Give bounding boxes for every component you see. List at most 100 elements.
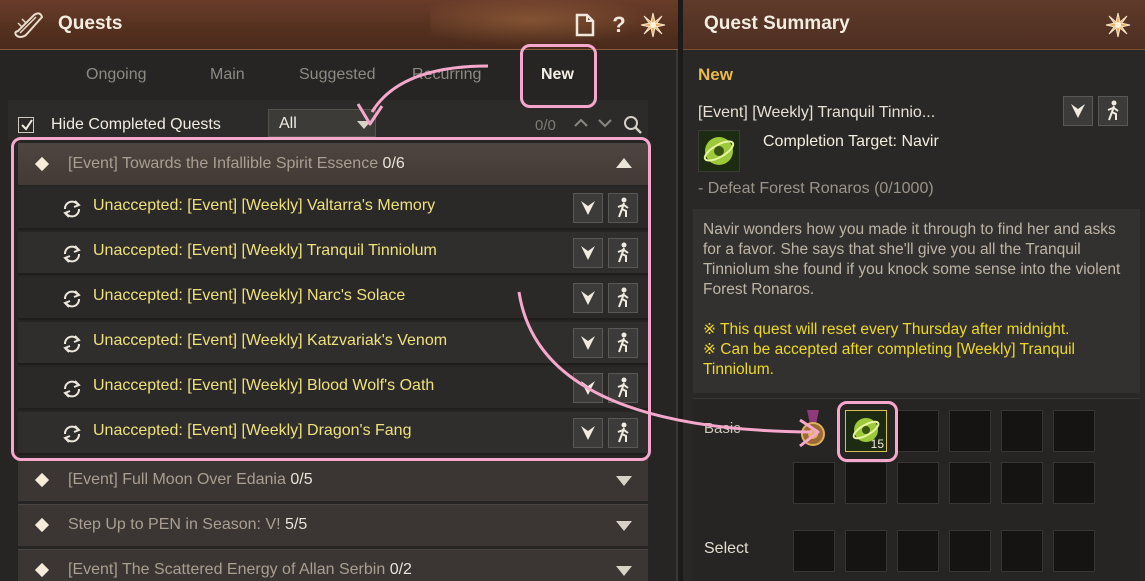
- repeat-icon: [63, 290, 81, 308]
- tab-suggested[interactable]: Suggested: [299, 66, 376, 84]
- reward-slot[interactable]: [897, 410, 939, 452]
- item-stack-count: 15: [870, 437, 884, 451]
- tinniolum-item-icon: [698, 130, 740, 172]
- quest-group-title-row: Step Up to PEN in Season: V! 5/5: [68, 516, 307, 534]
- navigate-button[interactable]: [573, 328, 603, 358]
- search-icon[interactable]: [623, 115, 643, 135]
- auto-path-button[interactable]: [608, 283, 638, 313]
- quest-group-title: [Event] Full Moon Over Edania: [68, 471, 286, 488]
- quest-item-row[interactable]: Unaccepted: [Event] [Weekly] Blood Wolf'…: [18, 367, 648, 410]
- quest-group-title-row: [Event] Towards the Infallible Spirit Es…: [68, 155, 405, 173]
- repeat-icon: [63, 335, 81, 353]
- quest-reset-note: ※ This quest will reset every Thursday a…: [703, 321, 1070, 338]
- diamond-icon: [34, 562, 50, 578]
- quest-status-label: New: [698, 65, 733, 84]
- reward-slot[interactable]: [1053, 462, 1095, 504]
- quest-item-row[interactable]: Unaccepted: [Event] [Weekly] Valtarra's …: [18, 187, 648, 230]
- navigate-icon: [581, 381, 595, 395]
- navigate-icon: [581, 291, 595, 305]
- tab-recurring[interactable]: Recurring: [412, 66, 481, 84]
- reward-slot[interactable]: [793, 462, 835, 504]
- walking-figure-icon: [617, 332, 629, 353]
- document-icon[interactable]: [572, 11, 598, 39]
- collapse-arrow-icon[interactable]: [616, 158, 632, 168]
- auto-path-button[interactable]: [608, 193, 638, 223]
- hide-completed-checkbox[interactable]: [18, 117, 34, 133]
- quest-group-header[interactable]: [Event] Towards the Infallible Spirit Es…: [18, 143, 648, 185]
- quests-title-bar: Quests ?: [0, 0, 680, 50]
- quest-group-title: Step Up to PEN in Season: V!: [68, 516, 281, 533]
- navigate-button[interactable]: [573, 193, 603, 223]
- settings-emblem-icon[interactable]: [638, 11, 668, 39]
- expand-arrow-icon[interactable]: [616, 476, 632, 486]
- medal-icon[interactable]: [798, 410, 828, 450]
- tab-main[interactable]: Main: [210, 66, 245, 84]
- select-reward-slot[interactable]: [845, 530, 887, 572]
- repeat-icon: [63, 425, 81, 443]
- reward-slot[interactable]: [949, 410, 991, 452]
- select-reward-slot[interactable]: [1001, 530, 1043, 572]
- search-result-count: 0/0: [535, 117, 556, 134]
- reward-slot[interactable]: 15: [845, 410, 887, 452]
- reward-slot[interactable]: [1001, 410, 1043, 452]
- quest-accept-note: ※ Can be accepted after completing [Week…: [703, 341, 1075, 378]
- navigate-button[interactable]: [573, 283, 603, 313]
- quest-group-header[interactable]: Step Up to PEN in Season: V! 5/5: [18, 504, 648, 546]
- checkmark-icon: [21, 119, 33, 131]
- help-icon[interactable]: ?: [606, 11, 632, 39]
- navigate-icon: [581, 336, 595, 350]
- repeat-icon: [63, 245, 81, 263]
- auto-path-button[interactable]: [608, 238, 638, 268]
- quest-item-title: Unaccepted: [Event] [Weekly] Valtarra's …: [93, 197, 436, 214]
- walking-figure-icon: [617, 287, 629, 308]
- navigate-icon: [581, 246, 595, 260]
- quest-description-box: Navir wonders how you made it through to…: [693, 209, 1140, 393]
- auto-path-button[interactable]: [608, 328, 638, 358]
- reward-slot[interactable]: [949, 462, 991, 504]
- settings-emblem-icon[interactable]: [1103, 11, 1133, 39]
- auto-path-button[interactable]: [1098, 96, 1128, 126]
- select-reward-slot[interactable]: [1053, 530, 1095, 572]
- quest-filter-dropdown[interactable]: All: [268, 109, 376, 137]
- quests-title: Quests: [58, 13, 123, 34]
- quest-group-header[interactable]: [Event] Full Moon Over Edania 0/5: [18, 459, 648, 501]
- chevron-up-icon[interactable]: [572, 114, 590, 132]
- quests-panel: Quests ? Ongoing Main Suggested Recurrin…: [0, 0, 680, 581]
- quest-group-progress: 0/6: [382, 155, 405, 172]
- select-reward-slot[interactable]: [897, 530, 939, 572]
- expand-arrow-icon[interactable]: [616, 521, 632, 531]
- quest-summary-name: [Event] [Weekly] Tranquil Tinnio...: [698, 104, 936, 121]
- quest-summary-title: Quest Summary: [704, 13, 850, 34]
- quest-item-title: Unaccepted: [Event] [Weekly] Tranquil Ti…: [93, 242, 437, 259]
- walking-figure-icon: [617, 377, 629, 398]
- quest-item-row[interactable]: Unaccepted: [Event] [Weekly] Katzvariak'…: [18, 322, 648, 365]
- navigate-button[interactable]: [1063, 96, 1093, 126]
- quest-objective: - Defeat Forest Ronaros (0/1000): [698, 180, 934, 197]
- chevron-down-icon[interactable]: [596, 114, 614, 132]
- dropdown-value: All: [279, 115, 297, 132]
- scroll-icon: [14, 12, 44, 38]
- auto-path-button[interactable]: [608, 373, 638, 403]
- auto-path-button[interactable]: [608, 418, 638, 448]
- select-reward-slot[interactable]: [949, 530, 991, 572]
- navigate-button[interactable]: [573, 418, 603, 448]
- reward-slot[interactable]: [897, 462, 939, 504]
- quest-item-row[interactable]: Unaccepted: [Event] [Weekly] Narc's Sola…: [18, 277, 648, 320]
- navigate-button[interactable]: [573, 373, 603, 403]
- reward-slot[interactable]: [845, 462, 887, 504]
- reward-slot[interactable]: [1053, 410, 1095, 452]
- expand-arrow-icon[interactable]: [616, 566, 632, 576]
- quest-item-row[interactable]: Unaccepted: [Event] [Weekly] Tranquil Ti…: [18, 232, 648, 275]
- tab-ongoing[interactable]: Ongoing: [86, 66, 147, 84]
- navigate-button[interactable]: [573, 238, 603, 268]
- quest-group-header[interactable]: [Event] The Scattered Energy of Allan Se…: [18, 549, 648, 581]
- quest-item-title: Unaccepted: [Event] [Weekly] Narc's Sola…: [93, 287, 406, 304]
- diamond-icon: [34, 156, 50, 172]
- select-reward-slot[interactable]: [793, 530, 835, 572]
- navigate-icon: [581, 426, 595, 440]
- quest-item-title: Unaccepted: [Event] [Weekly] Katzvariak'…: [93, 332, 448, 349]
- reward-slot[interactable]: [1001, 462, 1043, 504]
- walking-figure-icon: [617, 242, 629, 263]
- tab-new[interactable]: New: [541, 66, 574, 84]
- quest-item-row[interactable]: Unaccepted: [Event] [Weekly] Dragon's Fa…: [18, 412, 648, 455]
